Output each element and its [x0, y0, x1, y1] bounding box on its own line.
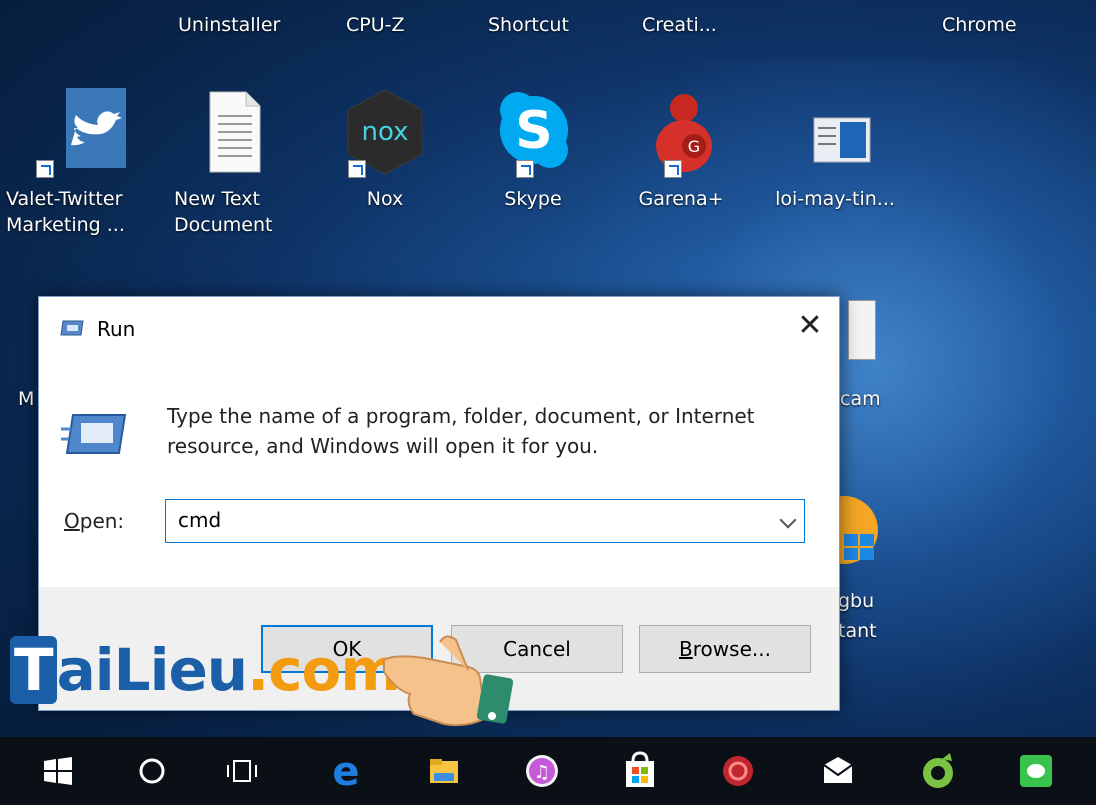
svg-text:♫: ♫ — [534, 762, 550, 783]
store-icon[interactable] — [620, 751, 660, 791]
open-label-rest: pen: — [79, 509, 125, 533]
coccoc-browser-icon[interactable] — [918, 751, 958, 791]
run-icon — [59, 319, 85, 341]
svg-text:S: S — [515, 101, 552, 161]
edge-icon[interactable]: e — [326, 749, 366, 795]
close-icon: ✕ — [797, 308, 823, 343]
browse-button[interactable]: Browse... — [639, 625, 811, 673]
shortcut-arrow-icon — [664, 160, 682, 178]
start-icon[interactable] — [38, 751, 78, 791]
desktop-icon-label: Garena+ — [638, 188, 724, 210]
taskbar: e ♫ — [0, 737, 1096, 805]
desktop-label-cpu-z[interactable]: CPU-Z — [346, 14, 405, 36]
run-description: Type the name of a program, folder, docu… — [167, 404, 755, 458]
antivirus-icon[interactable] — [718, 751, 758, 791]
desktop-icon-skype[interactable]: S Skype — [458, 88, 608, 212]
line-app-icon[interactable] — [1016, 751, 1056, 791]
shortcut-arrow-icon — [36, 160, 54, 178]
desktop-label-partial-m[interactable]: M — [18, 388, 34, 410]
skype-icon: S — [488, 88, 578, 178]
browse-label-rest: rowse... — [692, 637, 771, 661]
desktop-icon-label: Nox — [366, 188, 404, 210]
cortana-search-icon[interactable] — [132, 751, 172, 791]
desktop-icon-garena[interactable]: G Garena+ — [606, 88, 756, 212]
desktop-icon-nox[interactable]: nox Nox — [310, 88, 460, 212]
screenshot-file-icon — [790, 88, 880, 178]
chevron-down-icon[interactable] — [779, 511, 797, 529]
open-input-value[interactable]: cmd — [178, 508, 221, 532]
desktop-label-creati[interactable]: Creati... — [642, 14, 717, 36]
desktop-icon-label: Valet-Twitter Marketing ... — [6, 188, 125, 236]
partial-app-icon[interactable] — [810, 490, 882, 576]
desktop-icon-new-text-document[interactable]: New Text Document — [158, 88, 308, 238]
shortcut-arrow-icon — [348, 160, 366, 178]
garena-icon: G — [636, 88, 726, 178]
desktop-icon-loi-may-tin[interactable]: loi-may-tin... — [760, 88, 910, 212]
desktop-icon-label: New Text Document — [174, 188, 273, 236]
desktop-icon-label: Skype — [504, 188, 562, 210]
svg-text:e: e — [332, 751, 359, 791]
desktop-label-shortcut[interactable]: Shortcut — [488, 14, 569, 36]
itunes-icon[interactable]: ♫ — [522, 751, 562, 791]
desktop-label-chrome[interactable]: Chrome — [942, 14, 1017, 36]
run-large-icon — [61, 409, 129, 463]
desktop-label-uninstaller[interactable]: Uninstaller — [178, 14, 280, 36]
desktop-label-partial-cam[interactable]: cam — [840, 388, 881, 410]
nox-player-icon: nox — [340, 88, 430, 178]
desktop-label-partial-gbu[interactable]: gbu — [838, 590, 874, 612]
partial-document-icon[interactable] — [848, 300, 876, 360]
close-button[interactable]: ✕ — [795, 311, 825, 341]
desktop-icon-label: loi-may-tin... — [775, 188, 895, 210]
run-title: Run — [97, 317, 136, 341]
svg-text:nox: nox — [362, 117, 409, 147]
shortcut-arrow-icon — [516, 160, 534, 178]
run-titlebar[interactable]: Run ✕ — [39, 297, 839, 361]
mail-icon[interactable] — [818, 751, 858, 791]
watermark-ai: ai — [56, 636, 115, 704]
desktop-icon-valet-twitter[interactable]: Valet-Twitter Marketing ... — [6, 88, 156, 238]
open-label-accesskey: O — [64, 509, 80, 533]
open-label: Open: — [64, 509, 124, 533]
file-explorer-icon[interactable] — [424, 751, 464, 791]
pointing-hand-icon — [380, 632, 520, 746]
text-document-icon — [188, 88, 278, 178]
twitter-bird-icon — [36, 88, 126, 178]
watermark-lieu: Lieu — [113, 636, 248, 704]
watermark-dotcom: .com — [247, 636, 401, 704]
browse-accesskey: B — [679, 637, 693, 661]
watermark-t: T — [10, 636, 57, 704]
watermark-text: TaiLieu.com — [10, 636, 401, 704]
open-combobox[interactable]: cmd — [165, 499, 805, 543]
task-view-icon[interactable] — [222, 751, 262, 791]
svg-text:G: G — [688, 137, 700, 156]
desktop-label-partial-tant[interactable]: tant — [838, 620, 877, 642]
